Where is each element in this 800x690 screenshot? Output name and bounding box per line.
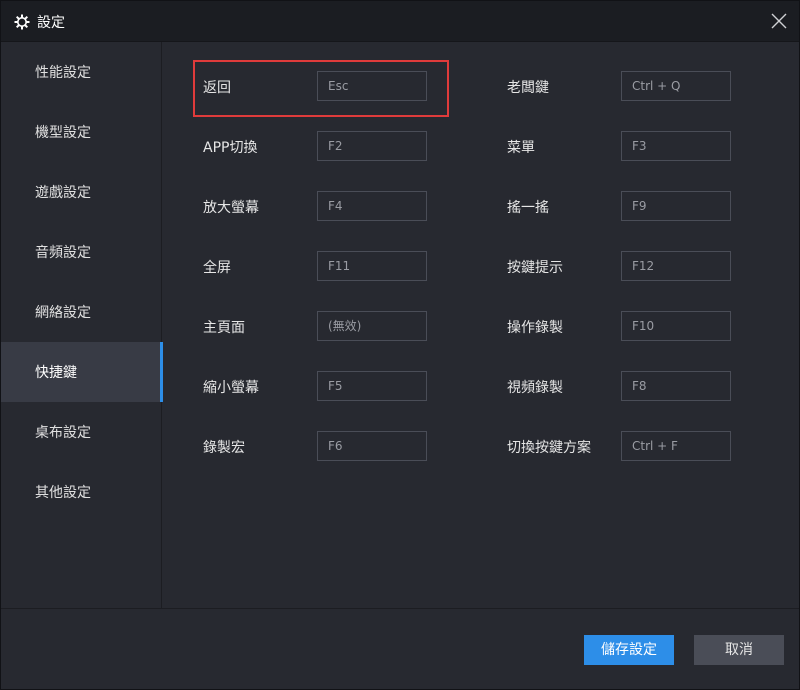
shortcut-input-key-hints[interactable]: F12 xyxy=(621,251,731,281)
shortcut-input-back[interactable]: Esc xyxy=(317,71,427,101)
shortcut-input-boss-key[interactable]: Ctrl + Q xyxy=(621,71,731,101)
window-title: 設定 xyxy=(37,15,65,31)
shortcut-input-switch-key-scheme[interactable]: Ctrl + F xyxy=(621,431,731,461)
shortcut-label-fullscreen: 全屏 xyxy=(203,260,231,276)
cancel-button[interactable]: 取消 xyxy=(694,635,784,665)
sidebar-item-shortcuts[interactable]: 快捷鍵 xyxy=(1,342,163,402)
sidebar-item-label: 機型設定 xyxy=(35,125,91,141)
shortcut-label-video-record: 視頻錄製 xyxy=(507,380,563,396)
shortcut-label-zoom-in: 放大螢幕 xyxy=(203,200,259,216)
sidebar-item-label: 其他設定 xyxy=(35,485,91,501)
shortcut-input-shake[interactable]: F9 xyxy=(621,191,731,221)
sidebar-item-label: 音頻設定 xyxy=(35,245,91,261)
sidebar-item-label: 桌布設定 xyxy=(35,425,91,441)
shortcut-label-switch-key-scheme: 切換按鍵方案 xyxy=(507,440,591,456)
shortcut-input-home[interactable]: (無效) xyxy=(317,311,427,341)
shortcut-label-action-record: 操作錄製 xyxy=(507,320,563,336)
shortcut-label-home: 主頁面 xyxy=(203,320,245,336)
shortcut-label-boss-key: 老闆鍵 xyxy=(507,80,549,96)
save-settings-button[interactable]: 儲存設定 xyxy=(584,635,674,665)
sidebar-item-label: 快捷鍵 xyxy=(35,365,77,381)
shortcut-label-app-switch: APP切換 xyxy=(203,140,258,156)
shortcut-label-record-macro: 錄製宏 xyxy=(203,440,245,456)
sidebar-item-audio[interactable]: 音頻設定 xyxy=(1,222,162,282)
sidebar-item-label: 遊戲設定 xyxy=(35,185,91,201)
shortcut-label-zoom-out: 縮小螢幕 xyxy=(203,380,259,396)
shortcut-label-menu: 菜單 xyxy=(507,140,535,156)
shortcut-label-shake: 搖一搖 xyxy=(507,200,549,216)
shortcut-input-action-record[interactable]: F10 xyxy=(621,311,731,341)
shortcut-settings-panel: 返回 Esc APP切換 F2 放大螢幕 F4 全屏 F11 主頁面 (無效) … xyxy=(163,42,799,608)
sidebar-item-device-model[interactable]: 機型設定 xyxy=(1,102,162,162)
gear-icon xyxy=(13,13,31,31)
dialog-footer: 儲存設定 取消 xyxy=(1,608,799,689)
sidebar-item-wallpaper[interactable]: 桌布設定 xyxy=(1,402,162,462)
shortcut-label-back: 返回 xyxy=(203,80,231,96)
shortcut-input-zoom-out[interactable]: F5 xyxy=(317,371,427,401)
shortcut-input-fullscreen[interactable]: F11 xyxy=(317,251,427,281)
sidebar-item-network[interactable]: 網絡設定 xyxy=(1,282,162,342)
shortcut-input-app-switch[interactable]: F2 xyxy=(317,131,427,161)
shortcut-label-key-hints: 按鍵提示 xyxy=(507,260,563,276)
shortcut-input-video-record[interactable]: F8 xyxy=(621,371,731,401)
sidebar-item-game[interactable]: 遊戲設定 xyxy=(1,162,162,222)
sidebar-item-label: 性能設定 xyxy=(35,65,91,81)
shortcut-input-menu[interactable]: F3 xyxy=(621,131,731,161)
settings-window: 設定 性能設定 機型設定 遊戲設定 音頻設定 網絡設定 快捷鍵 桌布設定 其他設… xyxy=(0,0,800,690)
title-bar: 設定 xyxy=(1,1,799,42)
sidebar-item-label: 網絡設定 xyxy=(35,305,91,321)
shortcut-input-record-macro[interactable]: F6 xyxy=(317,431,427,461)
shortcut-input-zoom-in[interactable]: F4 xyxy=(317,191,427,221)
settings-sidebar: 性能設定 機型設定 遊戲設定 音頻設定 網絡設定 快捷鍵 桌布設定 其他設定 xyxy=(1,42,163,689)
sidebar-item-other[interactable]: 其他設定 xyxy=(1,462,162,522)
sidebar-item-performance[interactable]: 性能設定 xyxy=(1,42,162,102)
close-icon[interactable] xyxy=(769,11,789,31)
